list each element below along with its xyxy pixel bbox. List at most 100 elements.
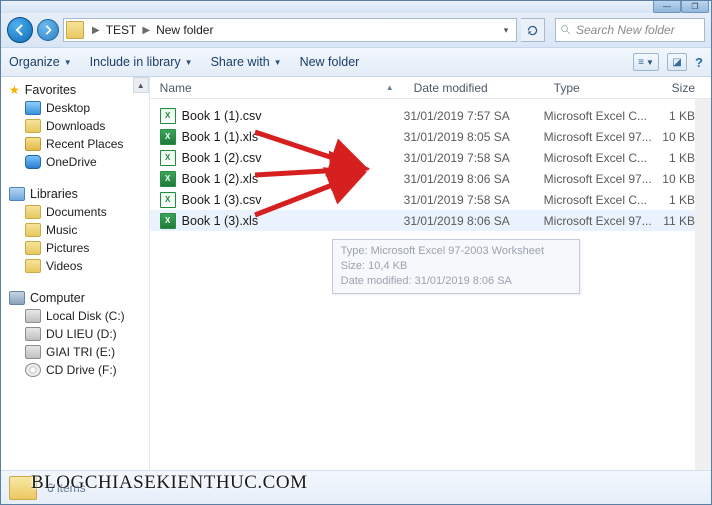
address-bar-row: ▶ TEST ▶ New folder ▾ Search New folder (1, 13, 711, 47)
refresh-button[interactable] (521, 18, 545, 42)
nav-videos[interactable]: Videos (9, 257, 145, 275)
include-library-menu[interactable]: Include in library▼ (90, 55, 193, 69)
nav-giaitri[interactable]: GIAI TRI (E:) (9, 343, 145, 361)
file-row[interactable]: X Book 1 (2).xls 31/01/2019 8:06 SAMicroso… (150, 168, 711, 189)
vertical-scrollbar[interactable] (695, 99, 711, 470)
libraries-icon (9, 187, 25, 201)
address-dropdown[interactable]: ▾ (498, 25, 514, 36)
nav-computer[interactable]: Computer (9, 289, 145, 307)
excel-xls-icon: X (160, 171, 176, 187)
file-date: 31/01/2019 8:06 SA (404, 214, 544, 228)
chevron-down-icon: ▼ (274, 58, 282, 67)
file-name: Book 1 (2).csv (182, 151, 262, 165)
nav-onedrive[interactable]: OneDrive (9, 153, 145, 171)
preview-pane-button[interactable]: ◪ (667, 53, 687, 71)
window-controls: — ❐ (1, 1, 711, 13)
nav-cd-drive[interactable]: CD Drive (F:) (9, 361, 145, 379)
nav-desktop[interactable]: Desktop (9, 99, 145, 117)
file-date: 31/01/2019 8:06 SA (404, 172, 544, 186)
chevron-down-icon: ▼ (185, 58, 193, 67)
file-type: Microsoft Excel 97... (544, 214, 662, 228)
nav-local-disk[interactable]: Local Disk (C:) (9, 307, 145, 325)
minimize-button[interactable]: — (653, 1, 681, 13)
file-type: Microsoft Excel C... (544, 193, 662, 207)
nav-documents[interactable]: Documents (9, 203, 145, 221)
column-date[interactable]: Date modified (404, 81, 544, 95)
column-name[interactable]: Name▲ (150, 81, 404, 95)
file-type: Microsoft Excel 97... (544, 130, 662, 144)
file-row[interactable]: X Book 1 (3).xls 31/01/2019 8:06 SAMicroso… (150, 210, 711, 231)
chevron-down-icon: ▼ (646, 58, 654, 67)
desktop-icon (25, 101, 41, 115)
file-row[interactable]: XBook 1 (1).xls31/01/2019 8:05 SAMicroso… (150, 126, 711, 147)
navigation-pane: ▲ ★Favorites Desktop Downloads Recent Pl… (1, 77, 150, 470)
view-options-button[interactable]: ≡▼ (633, 53, 659, 71)
file-name: Book 1 (2).xls (182, 172, 258, 186)
column-headers: Name▲ Date modified Type Size (150, 77, 711, 99)
drive-icon (25, 327, 41, 341)
tooltip-size: Size: 10,4 KB (341, 259, 571, 274)
watermark-text: BLOGCHIASEKIENTHUC.COM (31, 472, 307, 494)
drive-icon (25, 309, 41, 323)
organize-menu[interactable]: Organize▼ (9, 55, 72, 69)
file-date: 31/01/2019 7:58 SA (404, 151, 544, 165)
explorer-body: ▲ ★Favorites Desktop Downloads Recent Pl… (1, 77, 711, 470)
tooltip-date: Date modified: 31/01/2019 8:06 SA (341, 274, 571, 289)
file-list: XBook 1 (1).csv31/01/2019 7:57 SAMicroso… (150, 99, 711, 231)
file-type: Microsoft Excel C... (544, 151, 662, 165)
search-input[interactable]: Search New folder (555, 18, 705, 42)
file-type: Microsoft Excel 97... (544, 172, 662, 186)
forward-button[interactable] (37, 19, 59, 41)
share-with-menu[interactable]: Share with▼ (211, 55, 282, 69)
arrow-left-icon (14, 24, 26, 36)
arrow-right-icon (43, 25, 53, 35)
search-icon (560, 24, 572, 36)
star-icon: ★ (9, 83, 20, 97)
file-name: Book 1 (3).xls (182, 214, 258, 228)
nav-dulieu[interactable]: DU LIEU (D:) (9, 325, 145, 343)
file-name: Book 1 (3).csv (182, 193, 262, 207)
column-type[interactable]: Type (544, 81, 662, 95)
excel-csv-icon: X (160, 108, 176, 124)
file-date: 31/01/2019 7:57 SA (404, 109, 544, 123)
file-row[interactable]: XBook 1 (2).csv31/01/2019 7:58 SAMicroso… (150, 147, 711, 168)
breadcrumb-test[interactable]: TEST (104, 23, 139, 37)
chevron-right-icon[interactable]: ▶ (138, 25, 154, 36)
refresh-icon (526, 24, 539, 37)
nav-music[interactable]: Music (9, 221, 145, 239)
column-size[interactable]: Size (662, 81, 711, 95)
excel-xls-icon: X (160, 129, 176, 145)
nav-recent[interactable]: Recent Places (9, 135, 145, 153)
folder-icon (25, 205, 41, 219)
nav-pictures[interactable]: Pictures (9, 239, 145, 257)
new-folder-button[interactable]: New folder (300, 55, 360, 69)
file-list-pane: Name▲ Date modified Type Size XBook 1 (1… (150, 77, 711, 470)
nav-libraries[interactable]: Libraries (9, 185, 145, 203)
file-name: Book 1 (1).csv (182, 109, 262, 123)
command-bar: Organize▼ Include in library▼ Share with… (1, 47, 711, 77)
cd-icon (25, 363, 41, 377)
nav-favorites[interactable]: ★Favorites (9, 81, 145, 99)
excel-xls-icon: X (160, 213, 176, 229)
back-button[interactable] (7, 17, 33, 43)
maximize-button[interactable]: ❐ (681, 1, 709, 13)
folder-icon (25, 119, 41, 133)
chevron-down-icon: ▼ (64, 58, 72, 67)
file-date: 31/01/2019 7:58 SA (404, 193, 544, 207)
computer-icon (9, 291, 25, 305)
folder-icon (66, 21, 84, 39)
search-placeholder: Search New folder (576, 23, 675, 37)
file-type: Microsoft Excel C... (544, 109, 662, 123)
folder-icon (25, 259, 41, 273)
help-button[interactable]: ? (695, 55, 703, 70)
scroll-up-button[interactable]: ▲ (133, 77, 149, 93)
address-bar[interactable]: ▶ TEST ▶ New folder ▾ (63, 18, 517, 42)
sort-asc-icon: ▲ (386, 83, 394, 92)
file-tooltip: Type: Microsoft Excel 97-2003 Worksheet … (332, 239, 580, 294)
file-row[interactable]: X Book 1 (1).csv 31/01/2019 7:57 SAMicroso… (150, 105, 711, 126)
nav-downloads[interactable]: Downloads (9, 117, 145, 135)
breadcrumb-current[interactable]: New folder (154, 23, 215, 37)
file-row[interactable]: XBook 1 (3).csv31/01/2019 7:58 SAMicroso… (150, 189, 711, 210)
folder-icon (25, 223, 41, 237)
chevron-right-icon[interactable]: ▶ (88, 25, 104, 36)
